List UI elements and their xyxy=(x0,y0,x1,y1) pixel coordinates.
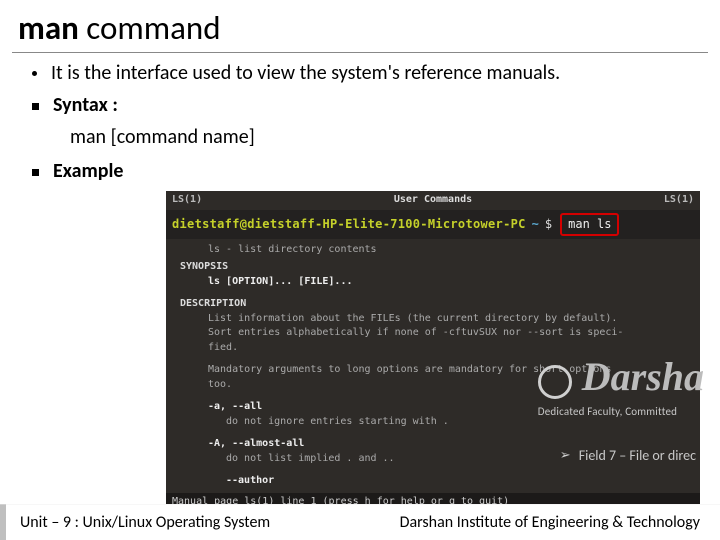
title-divider xyxy=(12,52,708,53)
bullet-intro: It is the interface used to view the sys… xyxy=(26,61,702,85)
footer-accent-bar xyxy=(0,505,6,540)
name-line: ls - list directory contents xyxy=(208,243,690,258)
header-right: LS(1) xyxy=(664,193,694,208)
slide-title: man command xyxy=(0,0,720,52)
chevron-icon: ➢ xyxy=(560,448,571,463)
title-rest: command xyxy=(79,8,221,48)
section-description: DESCRIPTION xyxy=(180,297,690,312)
syntax-label: Syntax : xyxy=(53,93,118,117)
option-author: --author xyxy=(226,474,690,489)
desc-line-3: fied. xyxy=(208,341,690,356)
bullet-square-icon xyxy=(32,169,39,176)
desc-line-4: Mandatory arguments to long options are … xyxy=(208,363,690,378)
bullet-dot-icon xyxy=(32,71,37,76)
example-label: Example xyxy=(53,159,124,183)
title-bold: man xyxy=(18,8,79,48)
intro-text: It is the interface used to view the sys… xyxy=(51,61,560,85)
slide-footer: Unit – 9 : Unix/Linux Operating System D… xyxy=(0,504,720,540)
prompt-symbol: $ xyxy=(545,216,552,233)
prompt-path: ~ xyxy=(532,216,539,233)
ghost-text: Field 7 – File or direc xyxy=(579,447,696,464)
bullet-syntax: Syntax : xyxy=(26,93,702,117)
synopsis-line: ls [OPTION]... [FILE]... xyxy=(208,275,690,290)
syntax-value: man [command name] xyxy=(70,125,702,149)
ghost-cutoff-text: ➢ Field 7 – File or direc xyxy=(560,447,696,464)
highlighted-command: man ls xyxy=(560,213,619,236)
option-a: -a, --all xyxy=(208,400,690,415)
man-page-header: LS(1) User Commands LS(1) xyxy=(166,191,700,210)
footer-institute: Darshan Institute of Engineering & Techn… xyxy=(400,513,700,532)
desc-line-1: List information about the FILEs (the cu… xyxy=(208,312,690,327)
content-area: It is the interface used to view the sys… xyxy=(0,61,720,511)
prompt-user: dietstaff@dietstaff-HP-Elite-7100-Microt… xyxy=(172,216,526,233)
desc-line-2: Sort entries alphabetically if none of -… xyxy=(208,326,690,341)
header-center: User Commands xyxy=(394,193,472,208)
desc-line-5: too. xyxy=(208,378,690,393)
footer-unit: Unit – 9 : Unix/Linux Operating System xyxy=(20,513,270,532)
section-synopsis: SYNOPSIS xyxy=(180,260,690,275)
header-left: LS(1) xyxy=(172,193,202,208)
terminal-prompt-bar: dietstaff@dietstaff-HP-Elite-7100-Microt… xyxy=(166,210,700,239)
option-a-desc: do not ignore entries starting with . xyxy=(226,415,690,430)
bullet-square-icon xyxy=(32,103,39,110)
bullet-example: Example xyxy=(26,159,702,183)
